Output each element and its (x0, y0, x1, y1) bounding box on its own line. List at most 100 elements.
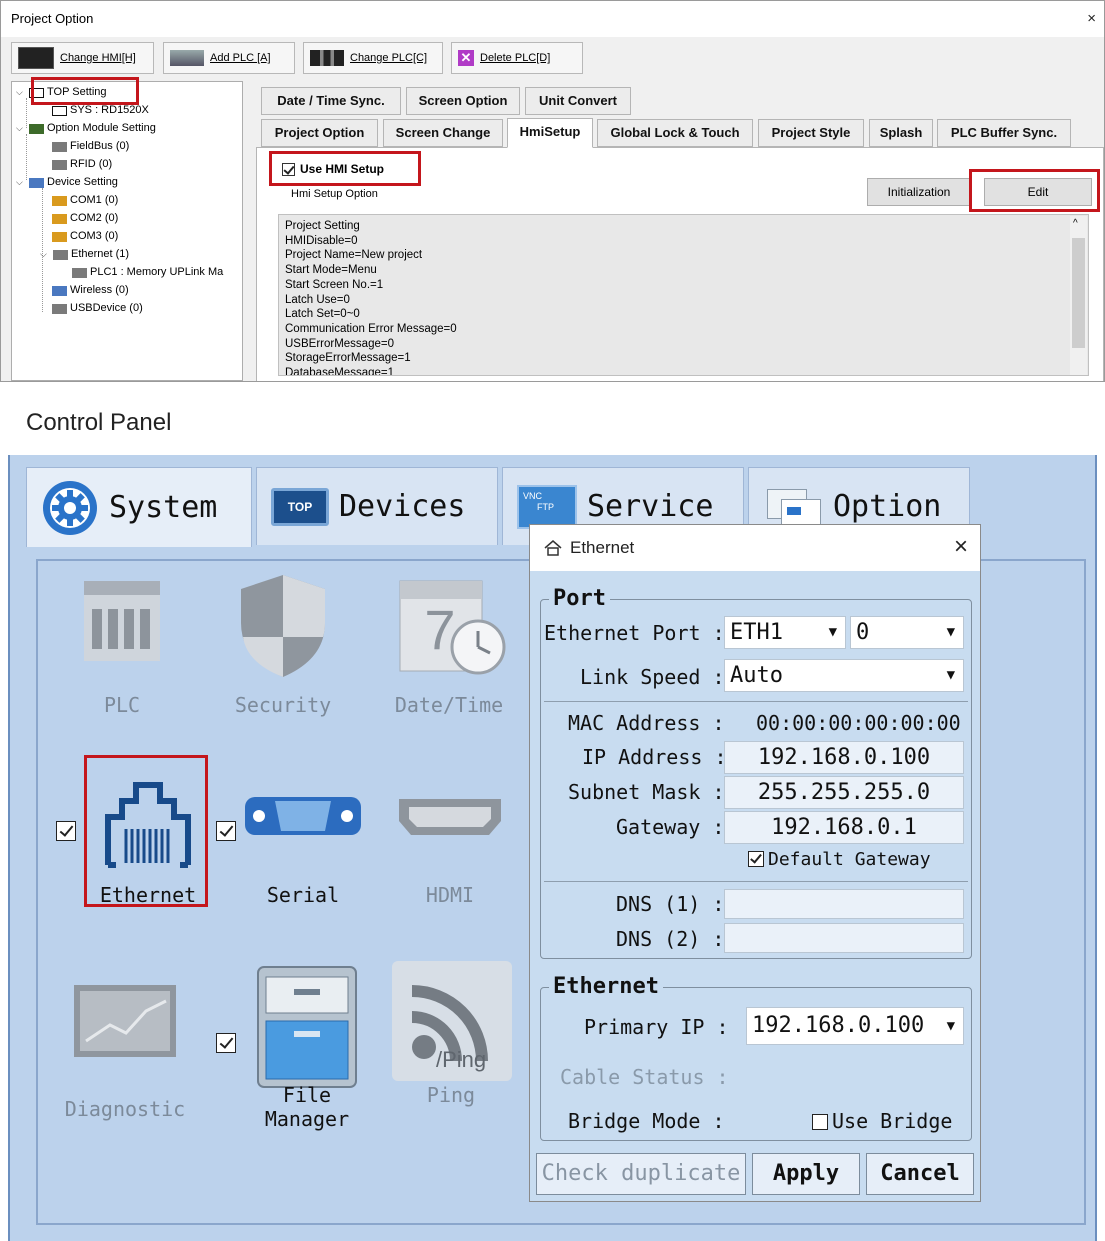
close-icon[interactable]: × (954, 534, 968, 560)
plc-icon (72, 267, 87, 278)
security-tile[interactable]: Security (218, 571, 348, 721)
tree-item-com1[interactable]: COM1 (0) (52, 192, 118, 209)
tree-item-com2[interactable]: COM2 (0) (52, 210, 118, 227)
tree-item-label: Ethernet (1) (71, 248, 130, 260)
tab-hmisetup[interactable]: HmiSetup (507, 118, 593, 148)
tree-item-rfid[interactable]: RFID (0) (52, 156, 112, 173)
delete-plc-button[interactable]: ✕ Delete PLC[D] (451, 42, 583, 74)
settings-line: Latch Set=0~0 (285, 308, 360, 321)
gateway-field[interactable]: 192.168.0.1 (724, 811, 964, 844)
wireless-icon (52, 285, 67, 296)
link-speed-select[interactable]: Auto ▼ (724, 659, 964, 692)
tab-devices[interactable]: TOP Devices (256, 467, 498, 545)
dns1-field[interactable] (724, 889, 964, 919)
settings-line: Latch Use=0 (285, 293, 350, 306)
primary-ip-value: 192.168.0.100 (752, 1013, 925, 1038)
tab-project-option[interactable]: Project Option (261, 119, 378, 147)
chevron-down-icon: ⌵ (16, 123, 23, 133)
initialization-button[interactable]: Initialization (867, 178, 971, 206)
tree-item-label: Device Setting (47, 176, 118, 188)
vnc-ftp-icon: VNC FTP (517, 484, 577, 529)
serial-checkbox[interactable] (216, 821, 236, 841)
mac-address-value: 00:00:00:00:00:00 (756, 711, 961, 735)
tree-item-label: RFID (0) (70, 158, 113, 170)
subnet-mask-field[interactable]: 255.255.255.0 (724, 776, 964, 809)
ethernet-dialog: Ethernet × Port Ethernet Port : ETH1 ▼ 0… (529, 524, 981, 1202)
tree-item-label: PLC1 : Memory UPLink Ma (90, 266, 224, 278)
file-manager-checkbox[interactable] (216, 1033, 236, 1053)
tab-screen-option[interactable]: Screen Option (406, 87, 520, 115)
tree-item-label: Option Module Setting (47, 122, 156, 134)
vnc-label: VNC (523, 490, 543, 501)
add-plc-label: Add PLC [A] (210, 52, 271, 64)
change-hmi-button[interactable]: Change HMI[H] (11, 42, 154, 74)
settings-textbox[interactable]: Project Setting HMIDisable=0 Project Nam… (278, 214, 1089, 376)
device-setting-icon (29, 177, 44, 188)
ethernet-port-label: Ethernet Port : (544, 621, 725, 645)
tab-screen-change[interactable]: Screen Change (383, 119, 503, 147)
control-panel: Control Panel System TOP Devices VNC FTP… (0, 389, 1105, 1241)
diagnostic-tile[interactable]: Diagnostic (62, 975, 188, 1125)
file-manager-label-2: Manager (264, 1107, 350, 1131)
plc-tile[interactable]: PLC (70, 571, 174, 721)
close-icon[interactable]: × (1087, 10, 1096, 28)
settings-line: DatabaseMessage=1 (285, 367, 395, 376)
tree-item-fieldbus[interactable]: FieldBus (0) (52, 138, 129, 155)
default-gateway-label: Default Gateway (768, 849, 931, 870)
diagnostic-icon (74, 985, 176, 1057)
divider (544, 701, 968, 702)
apply-button[interactable]: Apply (752, 1153, 860, 1195)
ip-address-field[interactable]: 192.168.0.100 (724, 741, 964, 774)
tree-item-plc1[interactable]: PLC1 : Memory UPLink Ma (72, 264, 223, 281)
usb-icon (52, 303, 67, 314)
port-index-value: 0 (856, 620, 870, 645)
add-plc-button[interactable]: Add PLC [A] (163, 42, 295, 74)
chevron-down-icon: ⌵ (16, 177, 23, 187)
tab-project-style[interactable]: Project Style (758, 119, 864, 147)
tree-item-wireless[interactable]: Wireless (0) (52, 282, 129, 299)
ethernet-checkbox[interactable] (56, 821, 76, 841)
tab-unit-convert[interactable]: Unit Convert (525, 87, 631, 115)
tree-item-device-setting[interactable]: ⌵ Device Setting (16, 174, 118, 191)
use-bridge-label: Use Bridge (832, 1109, 953, 1133)
change-hmi-label: Change HMI[H] (60, 52, 136, 64)
ethernet-dialog-titlebar: Ethernet (530, 525, 980, 571)
vertical-scrollbar[interactable]: ^ (1070, 216, 1087, 375)
port-index-select[interactable]: 0 ▼ (850, 616, 964, 649)
hmi-icon (18, 47, 54, 69)
ethernet-icon (53, 249, 68, 260)
add-plc-icon (170, 50, 204, 66)
ethernet-port-select[interactable]: ETH1 ▼ (724, 616, 846, 649)
scrollbar-thumb[interactable] (1072, 238, 1085, 348)
file-manager-tile[interactable]: File Manager (244, 961, 370, 1151)
change-plc-button[interactable]: Change PLC[C] (303, 42, 443, 74)
tab-system[interactable]: System (26, 467, 252, 547)
serial-label: Serial (266, 883, 340, 907)
ethernet-port-value: ETH1 (730, 620, 783, 645)
tree-item-option-module[interactable]: ⌵ Option Module Setting (16, 120, 156, 137)
chevron-up-icon[interactable]: ^ (1073, 219, 1078, 229)
ping-tile[interactable]: /Ping Ping (390, 961, 512, 1111)
delete-plc-label: Delete PLC[D] (480, 52, 551, 64)
tab-global-lock-touch[interactable]: Global Lock & Touch (597, 119, 753, 147)
plc-label: PLC (103, 693, 141, 717)
com-icon (52, 213, 67, 224)
use-bridge-checkbox[interactable]: Use Bridge (812, 1109, 952, 1133)
tree-item-ethernet[interactable]: ⌵ Ethernet (1) (40, 246, 129, 263)
dropdown-arrow-icon: ▼ (946, 624, 955, 640)
ping-overlay-label: /Ping (436, 1047, 487, 1072)
serial-tile[interactable]: Serial (238, 761, 368, 911)
datetime-tile[interactable]: 7 Date/Time (380, 571, 518, 721)
tab-plc-buffer-sync[interactable]: PLC Buffer Sync. (937, 119, 1071, 147)
tab-splash[interactable]: Splash (869, 119, 933, 147)
check-duplicate-button[interactable]: Check duplicate (536, 1153, 746, 1195)
dns2-field[interactable] (724, 923, 964, 953)
calendar-clock-icon: 7 (399, 580, 506, 675)
hdmi-tile[interactable]: HDMI (390, 761, 510, 911)
tree-item-usbdevice[interactable]: USBDevice (0) (52, 300, 143, 317)
default-gateway-checkbox[interactable]: Default Gateway (748, 849, 931, 870)
primary-ip-select[interactable]: 192.168.0.100 ▼ (746, 1007, 964, 1045)
cancel-button[interactable]: Cancel (866, 1153, 974, 1195)
tree-item-com3[interactable]: COM3 (0) (52, 228, 118, 245)
tab-date-time-sync[interactable]: Date / Time Sync. (261, 87, 401, 115)
